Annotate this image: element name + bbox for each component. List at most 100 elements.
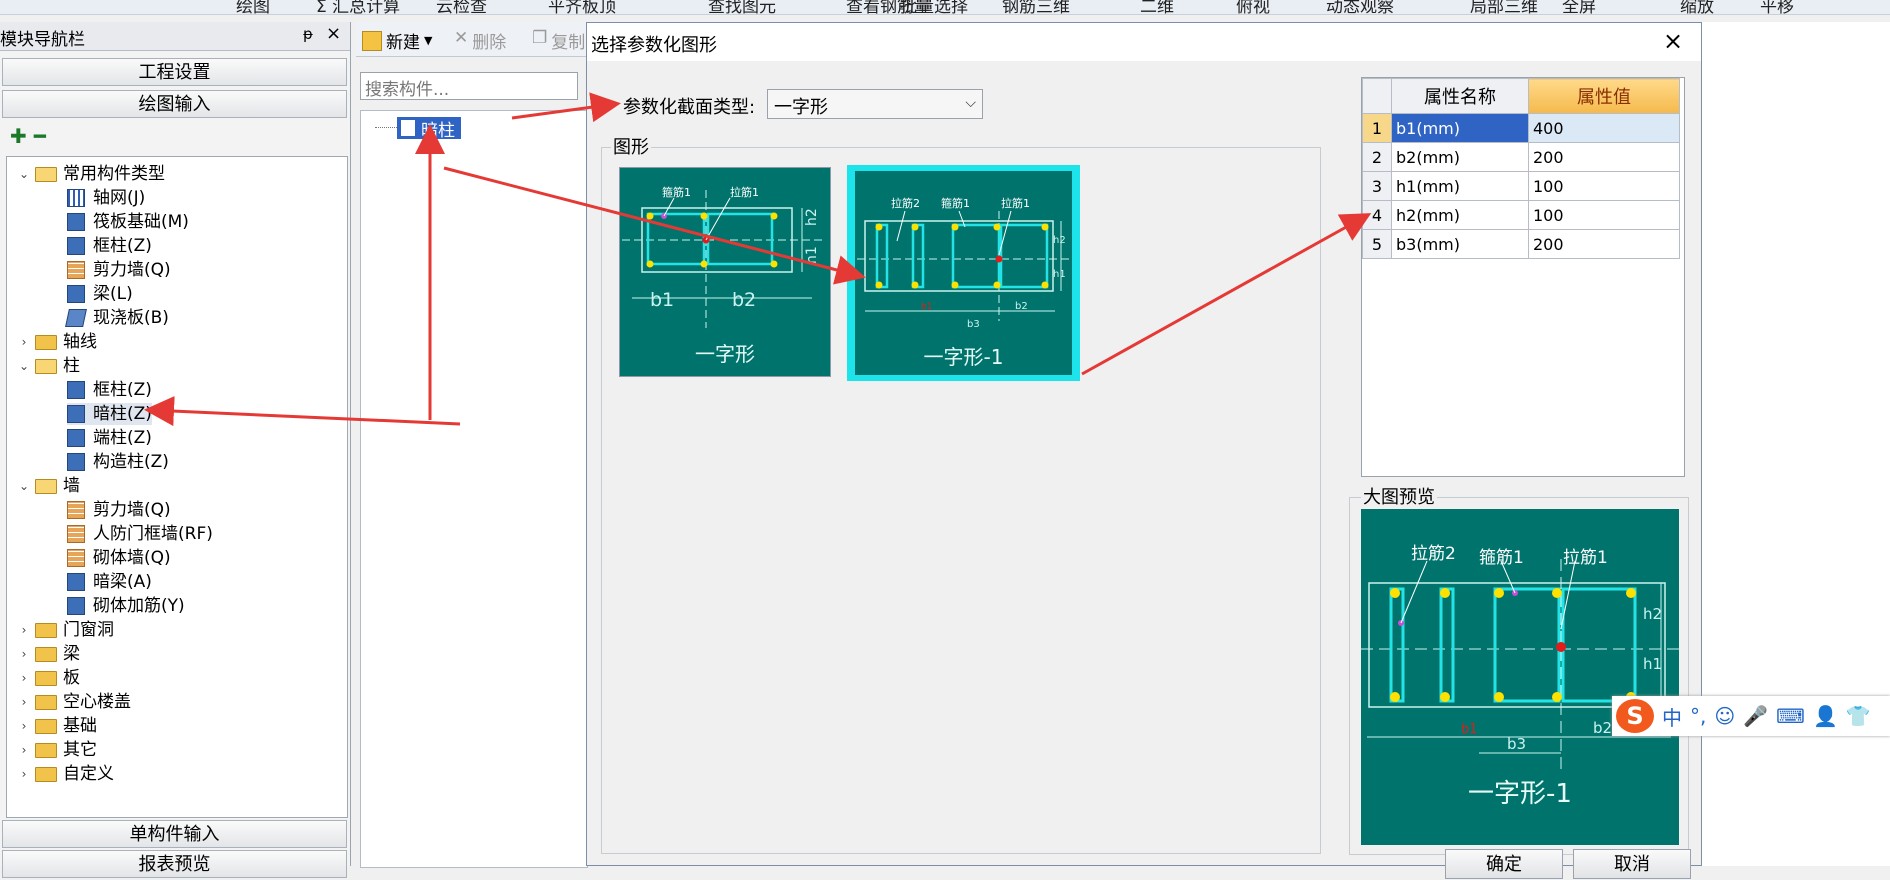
row-name[interactable]: b2(mm) <box>1391 142 1529 172</box>
tree-item[interactable]: 暗柱(Z) <box>67 403 152 425</box>
tree-folder[interactable]: › 梁 <box>17 643 80 665</box>
chevron-right-icon[interactable]: › <box>17 739 31 761</box>
tree-item[interactable]: 暗梁(A) <box>67 571 152 593</box>
chevron-right-icon[interactable]: › <box>17 643 31 665</box>
tree-folder[interactable]: › 门窗洞 <box>17 619 114 641</box>
emoji-icon[interactable]: ☺ <box>1714 704 1735 728</box>
keyboard-icon[interactable]: ⌨ <box>1776 704 1805 728</box>
tree-item[interactable]: 筏板基础(M) <box>67 211 189 233</box>
shape-option-2-highlight[interactable]: 拉筋2 箍筋1 拉筋1 h2 h1 b1 b3 b2 一字形-1 <box>847 165 1080 381</box>
toolbar-item[interactable]: 缩放 <box>1680 0 1714 14</box>
tree-item[interactable]: 端柱(Z) <box>67 427 152 449</box>
toolbar-item[interactable]: 平齐板顶 <box>548 0 616 14</box>
tree-folder[interactable]: › 基础 <box>17 715 97 737</box>
tree-folder[interactable]: › 其它 <box>17 739 97 761</box>
chevron-right-icon[interactable]: › <box>17 763 31 785</box>
tree-folder[interactable]: › 板 <box>17 667 80 689</box>
ime-mode[interactable]: 中 <box>1662 702 1682 731</box>
drawing-input-button[interactable]: 绘图输入 <box>2 90 347 118</box>
shape-option-1[interactable]: 箍筋1 拉筋1 b1 b2 h2 h1 一字形 <box>619 167 831 377</box>
toolbar-item[interactable]: 钢筋三维 <box>1002 0 1070 14</box>
new-button[interactable]: 新建 ▼ <box>362 28 432 53</box>
chevron-right-icon[interactable]: › <box>17 667 31 689</box>
tree-folder[interactable]: ⌄ 柱 <box>17 355 80 377</box>
tree-folder[interactable]: › 空心楼盖 <box>17 691 131 713</box>
dialog-close-icon[interactable]: × <box>1663 27 1683 55</box>
toolbar-item[interactable]: 全屏 <box>1562 0 1596 14</box>
table-row[interactable]: 3 h1(mm) 100 <box>1362 171 1680 201</box>
drawing-canvas[interactable] <box>1702 22 1890 866</box>
toolbar-item[interactable]: 云检查 <box>436 0 487 14</box>
toolbar-item[interactable]: 平移 <box>1760 0 1794 14</box>
tree-item[interactable]: 构造柱(Z) <box>67 451 169 473</box>
skin-icon[interactable]: 👕 <box>1846 704 1871 728</box>
shape-option-2[interactable]: 拉筋2 箍筋1 拉筋1 h2 h1 b1 b3 b2 一字形-1 <box>855 171 1072 375</box>
row-value[interactable]: 100 <box>1528 200 1680 230</box>
tree-item[interactable]: 砌体墙(Q) <box>67 547 171 569</box>
section-type-select[interactable]: 一字形 ⌵ <box>767 89 983 119</box>
row-name[interactable]: h2(mm) <box>1391 200 1529 230</box>
toolbar-item[interactable]: 批量选择 <box>900 0 968 14</box>
chevron-right-icon[interactable]: › <box>17 619 31 641</box>
chevron-right-icon[interactable]: › <box>17 331 31 353</box>
toolbar-item[interactable]: 动态观察 <box>1326 0 1394 14</box>
tree-folder[interactable]: ⌄ 常用构件类型 <box>17 163 165 185</box>
folder-icon <box>35 766 57 782</box>
ime-toolbar[interactable]: S 中 °, ☺ 🎤 ⌨ 👤 👕 <box>1612 696 1890 736</box>
tree-item[interactable]: 剪力墙(Q) <box>67 499 171 521</box>
row-value[interactable]: 100 <box>1528 171 1680 201</box>
tree-item[interactable]: 框柱(Z) <box>67 235 152 257</box>
pin-icon[interactable]: ᵽ <box>303 25 313 43</box>
single-input-button[interactable]: 单构件输入 <box>2 820 347 848</box>
toolbar-item[interactable]: Σ 汇总计算 <box>316 0 400 14</box>
ok-button[interactable]: 确定 <box>1445 849 1563 879</box>
copy-button[interactable]: ❐ 复制 <box>532 28 585 53</box>
row-name[interactable]: h1(mm) <box>1391 171 1529 201</box>
toolbar-item[interactable]: 局部三维 <box>1470 0 1538 14</box>
tree-folder[interactable]: › 轴线 <box>17 331 97 353</box>
chevron-right-icon[interactable]: › <box>17 715 31 737</box>
component-item-hidden-column[interactable]: 暗柱 <box>397 117 461 141</box>
user-icon[interactable]: 👤 <box>1813 704 1838 728</box>
table-row[interactable]: 5 b3(mm) 200 <box>1362 229 1680 259</box>
chevron-right-icon[interactable]: › <box>17 691 31 713</box>
toolbar-item[interactable]: 绘图 <box>236 0 270 14</box>
tree-item[interactable]: 砌体加筋(Y) <box>67 595 185 617</box>
expand-collapse-icons[interactable]: ✚ ━ <box>10 124 70 148</box>
delete-button[interactable]: ✕ 删除 <box>454 28 506 53</box>
toolbar-item[interactable]: 二维 <box>1140 0 1174 14</box>
row-value[interactable]: 200 <box>1528 229 1680 259</box>
tree-folder[interactable]: ⌄ 墙 <box>17 475 80 497</box>
component-item-label: 暗柱 <box>421 120 455 141</box>
row-value[interactable]: 400 <box>1528 113 1680 143</box>
tree-item[interactable]: 轴网(J) <box>67 187 145 209</box>
table-row[interactable]: 1 b1(mm) 400 <box>1362 113 1680 143</box>
tree-item[interactable]: 人防门框墙(RF) <box>67 523 213 545</box>
tree-item[interactable]: 框柱(Z) <box>67 379 152 401</box>
chevron-down-icon[interactable]: ⌄ <box>17 355 31 377</box>
tree-folder[interactable]: › 自定义 <box>17 763 114 785</box>
cancel-button[interactable]: 取消 <box>1573 849 1691 879</box>
toolbar-item[interactable]: 查找图元 <box>708 0 776 14</box>
shape-2-label-b1: b1 <box>921 302 932 312</box>
tree-item[interactable]: 现浇板(B) <box>65 307 169 329</box>
project-settings-button[interactable]: 工程设置 <box>2 58 347 86</box>
ime-punct[interactable]: °, <box>1690 704 1706 728</box>
chevron-down-icon[interactable]: ⌄ <box>17 475 31 497</box>
close-icon[interactable]: × <box>326 23 341 44</box>
row-value[interactable]: 200 <box>1528 142 1680 172</box>
tree-label: 剪力墙(Q) <box>93 500 171 520</box>
row-name[interactable]: b3(mm) <box>1391 229 1529 259</box>
search-input[interactable]: 搜索构件... <box>360 72 578 100</box>
table-row[interactable]: 4 h2(mm) 100 <box>1362 200 1680 230</box>
chevron-down-icon[interactable]: ⌄ <box>17 163 31 185</box>
microphone-icon[interactable]: 🎤 <box>1743 704 1768 728</box>
table-row[interactable]: 2 b2(mm) 200 <box>1362 142 1680 172</box>
toolbar-item[interactable]: 俯视 <box>1236 0 1270 14</box>
tree-item[interactable]: 剪力墙(Q) <box>67 259 171 281</box>
tree-item[interactable]: 梁(L) <box>67 283 133 305</box>
sogou-logo-icon[interactable]: S <box>1616 699 1654 733</box>
row-index: 4 <box>1362 200 1392 230</box>
report-preview-button[interactable]: 报表预览 <box>2 850 347 878</box>
row-name[interactable]: b1(mm) <box>1391 113 1529 143</box>
